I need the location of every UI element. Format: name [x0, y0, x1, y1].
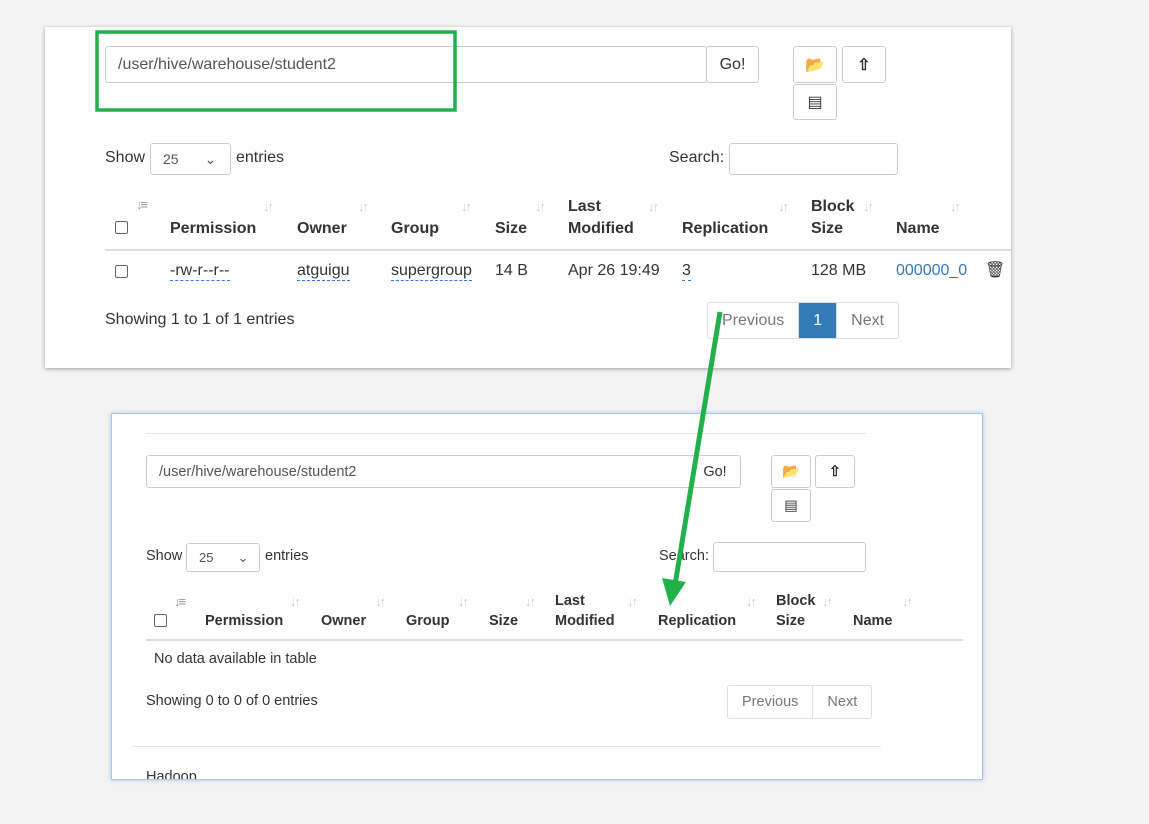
- highlight-box: [95, 30, 457, 112]
- annotation-overlay: [95, 30, 723, 606]
- arrow-line: [672, 311, 723, 586]
- arrow-head-icon: [662, 578, 686, 606]
